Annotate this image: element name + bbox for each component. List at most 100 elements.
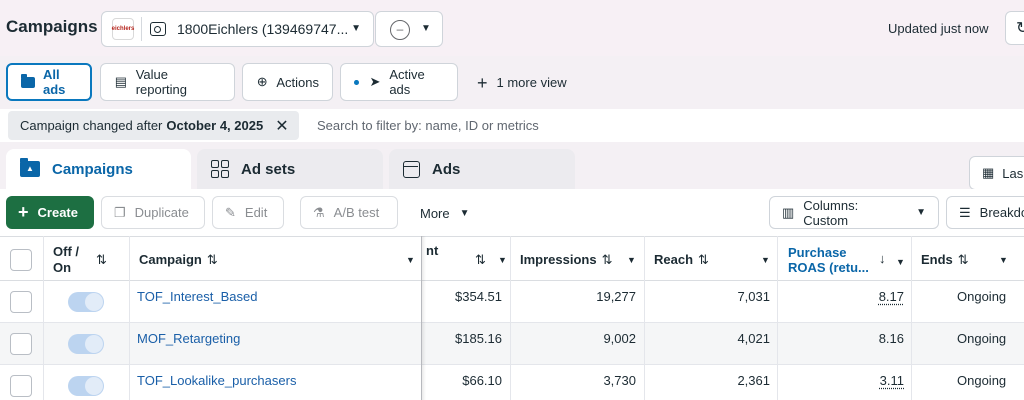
chevron-down-icon: ▼ <box>627 254 636 265</box>
view-label: Active ads <box>389 67 425 97</box>
column-divider <box>911 236 912 400</box>
ad-account-icon <box>150 22 166 36</box>
reach-header[interactable]: Reach ⇅ ▼ <box>654 237 774 282</box>
amount-spent-header[interactable]: nt ⇅ ▼ <box>426 237 510 282</box>
amount-spent-value: $185.16 <box>455 331 502 346</box>
view-active-ads[interactable]: ➤ Active ads <box>340 63 458 101</box>
purchase-roas-header[interactable]: Purchase ROAS (retu... ↓ ▼ <box>788 237 908 282</box>
view-actions[interactable]: ⊕ Actions <box>242 63 333 101</box>
campaign-name-link[interactable]: TOF_Interest_Based <box>137 289 257 304</box>
purchase-roas-value: 8.16 <box>878 331 904 346</box>
page-title: Campaigns <box>6 17 98 36</box>
more-button[interactable]: More ▼ <box>420 206 470 221</box>
top-bar: Campaigns eichlers 1800Eichlers (1394697… <box>0 0 1024 56</box>
breakdown-label: Breakdo <box>979 205 1024 220</box>
sort-icon: ⇅ <box>698 251 709 267</box>
campaign-name-link[interactable]: MOF_Retargeting <box>137 331 240 346</box>
table-row[interactable]: TOF_Lookalike_purchasers $66.10 3,730 2,… <box>0 365 1024 400</box>
header-label: Purchase <box>788 244 847 260</box>
campaign-toggle[interactable] <box>68 376 104 396</box>
row-checkbox[interactable] <box>10 291 32 313</box>
tab-ads[interactable]: Ads <box>389 149 575 189</box>
tab-ad-sets[interactable]: Ad sets <box>197 149 383 189</box>
send-icon: ➤ <box>369 74 381 89</box>
more-view-label: 1 more view <box>496 75 567 90</box>
ends-header[interactable]: Ends ⇅ ▼ <box>921 237 1021 282</box>
chevron-down-icon: ▼ <box>421 23 431 34</box>
campaign-toggle[interactable] <box>68 334 104 354</box>
ab-test-label: A/B test <box>333 205 380 220</box>
edit-button[interactable]: ✎ Edit <box>212 196 284 229</box>
tab-label: Ads <box>432 160 461 178</box>
more-views-button[interactable]: + 1 more view <box>477 74 567 92</box>
ab-test-button[interactable]: ⚗ A/B test <box>300 196 398 229</box>
column-divider <box>777 236 778 400</box>
duplicate-button[interactable]: ❐ Duplicate <box>101 196 205 229</box>
purchase-roas-value[interactable]: 8.17 <box>879 289 904 304</box>
create-label: Create <box>37 205 78 220</box>
impressions-value: 9,002 <box>603 331 636 346</box>
breakdown-icon: ☰ <box>959 204 971 220</box>
flask-icon: ⚗ <box>313 204 325 220</box>
status-icon: – <box>390 20 410 40</box>
sort-down-icon: ↓ <box>879 251 886 266</box>
campaign-toggle[interactable] <box>68 292 104 312</box>
table-header: Off / On ⇅ Campaign ⇅ ▼ nt ⇅ ▼ Impressio… <box>0 236 1024 281</box>
reach-value: 2,361 <box>737 373 770 388</box>
arrow-up-circle-icon: ⊕ <box>256 74 268 89</box>
sort-icon: ⇅ <box>206 251 218 267</box>
pencil-icon: ✎ <box>225 204 236 220</box>
account-selector[interactable]: eichlers 1800Eichlers (139469747... ▼ <box>101 11 374 47</box>
updated-status: Updated just now <box>888 21 989 36</box>
tab-label: Ad sets <box>241 160 296 178</box>
campaign-name-link[interactable]: TOF_Lookalike_purchasers <box>137 373 296 388</box>
tab-campaigns[interactable]: ▲ Campaigns <box>6 149 191 189</box>
header-label: nt <box>426 243 439 258</box>
view-value-reporting[interactable]: ▤ Value reporting <box>100 63 235 101</box>
table-row[interactable]: TOF_Interest_Based $354.51 19,277 7,031 … <box>0 281 1024 323</box>
filter-chip[interactable]: Campaign changed after October 4, 2025 ✕ <box>8 111 299 140</box>
row-checkbox[interactable] <box>10 333 32 355</box>
chevron-down-icon: ▼ <box>916 207 926 218</box>
tab-label: Campaigns <box>52 160 133 178</box>
chevron-down-icon: ▼ <box>459 208 470 219</box>
columns-button[interactable]: ▥ Columns: Custom ▼ <box>769 196 939 229</box>
columns-label: Columns: Custom <box>803 197 859 228</box>
report-icon: ▤ <box>114 74 127 89</box>
frozen-column-shadow <box>421 236 426 400</box>
sort-icon[interactable]: ⇅ <box>91 237 107 282</box>
account-status-selector[interactable]: – ▼ <box>375 11 443 47</box>
column-divider <box>510 236 511 400</box>
calendar-icon: ▦ <box>982 165 995 180</box>
column-divider <box>43 236 44 400</box>
select-all-checkbox[interactable] <box>10 249 32 271</box>
column-divider <box>129 236 130 400</box>
ends-value: Ongoing <box>957 289 1007 304</box>
impressions-header[interactable]: Impressions ⇅ ▼ <box>520 237 642 282</box>
refresh-button[interactable]: ↻ <box>1005 11 1024 45</box>
breakdown-button[interactable]: ☰ Breakdo <box>946 196 1024 229</box>
view-all-ads[interactable]: All ads <box>6 63 92 101</box>
search-input[interactable]: Search to filter by: name, ID or metrics <box>317 118 539 133</box>
table-row[interactable]: MOF_Retargeting $185.16 9,002 4,021 8.16… <box>0 323 1024 365</box>
saved-views-bar: All ads ▤ Value reporting ⊕ Actions ➤ Ac… <box>0 56 1024 109</box>
header-label: Off / <box>53 243 79 259</box>
active-dot-icon <box>354 79 359 85</box>
ad-icon <box>403 160 420 178</box>
purchase-roas-value[interactable]: 3.11 <box>880 373 904 388</box>
close-icon[interactable]: ✕ <box>275 116 288 136</box>
impressions-value: 3,730 <box>603 373 636 388</box>
reach-value: 7,031 <box>737 289 770 304</box>
date-range-selector[interactable]: ▦ Las <box>969 156 1024 190</box>
off-on-header[interactable]: Off / On <box>53 237 79 282</box>
level-tabs: ▲ Campaigns Ad sets Ads ▦ Las <box>0 142 1024 190</box>
create-button[interactable]: + Create <box>6 196 94 229</box>
campaign-header[interactable]: Campaign ⇅ ▼ <box>139 237 419 282</box>
date-range-label: Las <box>1002 165 1024 181</box>
chevron-down-icon: ▼ <box>761 254 770 265</box>
account-name: 1800Eichlers (139469747... <box>177 21 349 37</box>
chevron-down-icon: ▼ <box>896 257 905 267</box>
row-checkbox[interactable] <box>10 375 32 397</box>
plus-icon: + <box>18 202 29 222</box>
header-label: Reach <box>654 252 694 267</box>
